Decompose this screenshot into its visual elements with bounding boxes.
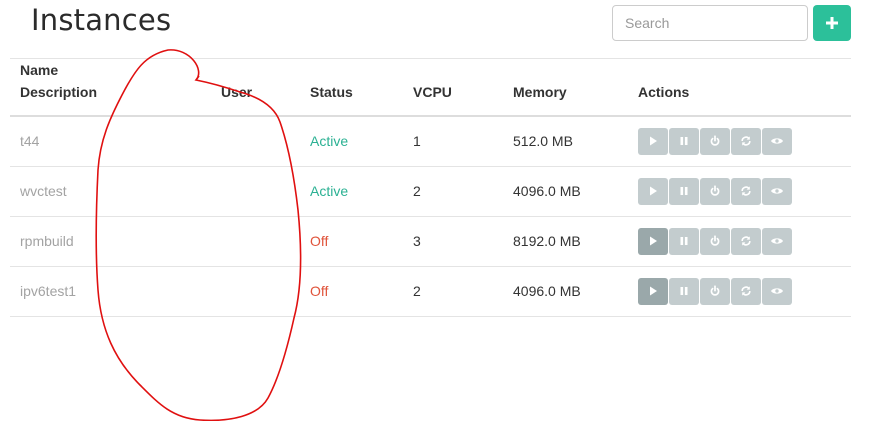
column-header-status: Status <box>300 58 403 117</box>
power-off-button[interactable] <box>700 227 730 255</box>
instance-name: ipv6test1 <box>10 266 211 317</box>
table-row: wvctest Active 2 4096.0 MB <box>10 166 851 217</box>
instance-user <box>211 116 300 167</box>
column-header-vcpu: VCPU <box>403 58 503 117</box>
instance-actions <box>628 166 851 217</box>
instance-name: rpmbuild <box>10 216 211 267</box>
pause-button[interactable] <box>669 177 699 205</box>
start-button[interactable] <box>638 227 668 255</box>
instance-status: Active <box>300 116 403 167</box>
instances-table: Name Description User Status VCPU Memory… <box>10 58 851 317</box>
play-icon <box>647 285 659 297</box>
eye-icon <box>770 185 784 197</box>
refresh-icon <box>740 135 752 147</box>
instance-status: Off <box>300 266 403 317</box>
eye-icon <box>770 235 784 247</box>
instance-vcpu: 1 <box>403 116 503 167</box>
column-header-user: User <box>211 58 300 117</box>
pause-icon <box>678 235 690 247</box>
instance-vcpu: 2 <box>403 166 503 217</box>
instance-vcpu: 3 <box>403 216 503 267</box>
power-icon <box>709 135 721 147</box>
instance-status: Active <box>300 166 403 217</box>
pause-icon <box>678 185 690 197</box>
start-button[interactable] <box>638 177 668 205</box>
view-button[interactable] <box>762 227 792 255</box>
power-icon <box>709 185 721 197</box>
refresh-icon <box>740 285 752 297</box>
reboot-button[interactable] <box>731 127 761 155</box>
instance-user <box>211 216 300 267</box>
column-header-memory: Memory <box>503 58 628 117</box>
play-icon <box>647 185 659 197</box>
plus-icon <box>826 17 838 29</box>
power-off-button[interactable] <box>700 127 730 155</box>
instance-actions <box>628 116 851 167</box>
start-button[interactable] <box>638 127 668 155</box>
instance-user <box>211 166 300 217</box>
add-instance-button[interactable] <box>813 5 851 41</box>
table-header-row: Name Description User Status VCPU Memory… <box>10 58 851 117</box>
power-off-button[interactable] <box>700 277 730 305</box>
pause-icon <box>678 285 690 297</box>
instance-vcpu: 2 <box>403 266 503 317</box>
instance-memory: 4096.0 MB <box>503 266 628 317</box>
reboot-button[interactable] <box>731 277 761 305</box>
column-header-name: Name Description <box>10 58 211 117</box>
pause-button[interactable] <box>669 227 699 255</box>
instance-user <box>211 266 300 317</box>
pause-button[interactable] <box>669 277 699 305</box>
play-icon <box>647 135 659 147</box>
instance-memory: 8192.0 MB <box>503 216 628 267</box>
column-header-actions: Actions <box>628 58 851 117</box>
column-header-name-label: Name <box>20 62 59 78</box>
view-button[interactable] <box>762 177 792 205</box>
instance-memory: 512.0 MB <box>503 116 628 167</box>
instance-name: t44 <box>10 116 211 167</box>
pause-icon <box>678 135 690 147</box>
column-header-description-label: Description <box>20 84 98 100</box>
instance-status: Off <box>300 216 403 267</box>
power-icon <box>709 285 721 297</box>
play-icon <box>647 235 659 247</box>
refresh-icon <box>740 235 752 247</box>
refresh-icon <box>740 185 752 197</box>
power-icon <box>709 235 721 247</box>
instance-memory: 4096.0 MB <box>503 166 628 217</box>
view-button[interactable] <box>762 127 792 155</box>
pause-button[interactable] <box>669 127 699 155</box>
start-button[interactable] <box>638 277 668 305</box>
power-off-button[interactable] <box>700 177 730 205</box>
reboot-button[interactable] <box>731 177 761 205</box>
table-row: rpmbuild Off 3 8192.0 MB <box>10 216 851 267</box>
search-input[interactable] <box>612 5 808 41</box>
eye-icon <box>770 135 784 147</box>
page-title: Instances <box>31 3 172 37</box>
instance-name: wvctest <box>10 166 211 217</box>
eye-icon <box>770 285 784 297</box>
table-row: t44 Active 1 512.0 MB <box>10 116 851 167</box>
view-button[interactable] <box>762 277 792 305</box>
instance-actions <box>628 266 851 317</box>
instance-actions <box>628 216 851 267</box>
table-row: ipv6test1 Off 2 4096.0 MB <box>10 266 851 317</box>
reboot-button[interactable] <box>731 227 761 255</box>
